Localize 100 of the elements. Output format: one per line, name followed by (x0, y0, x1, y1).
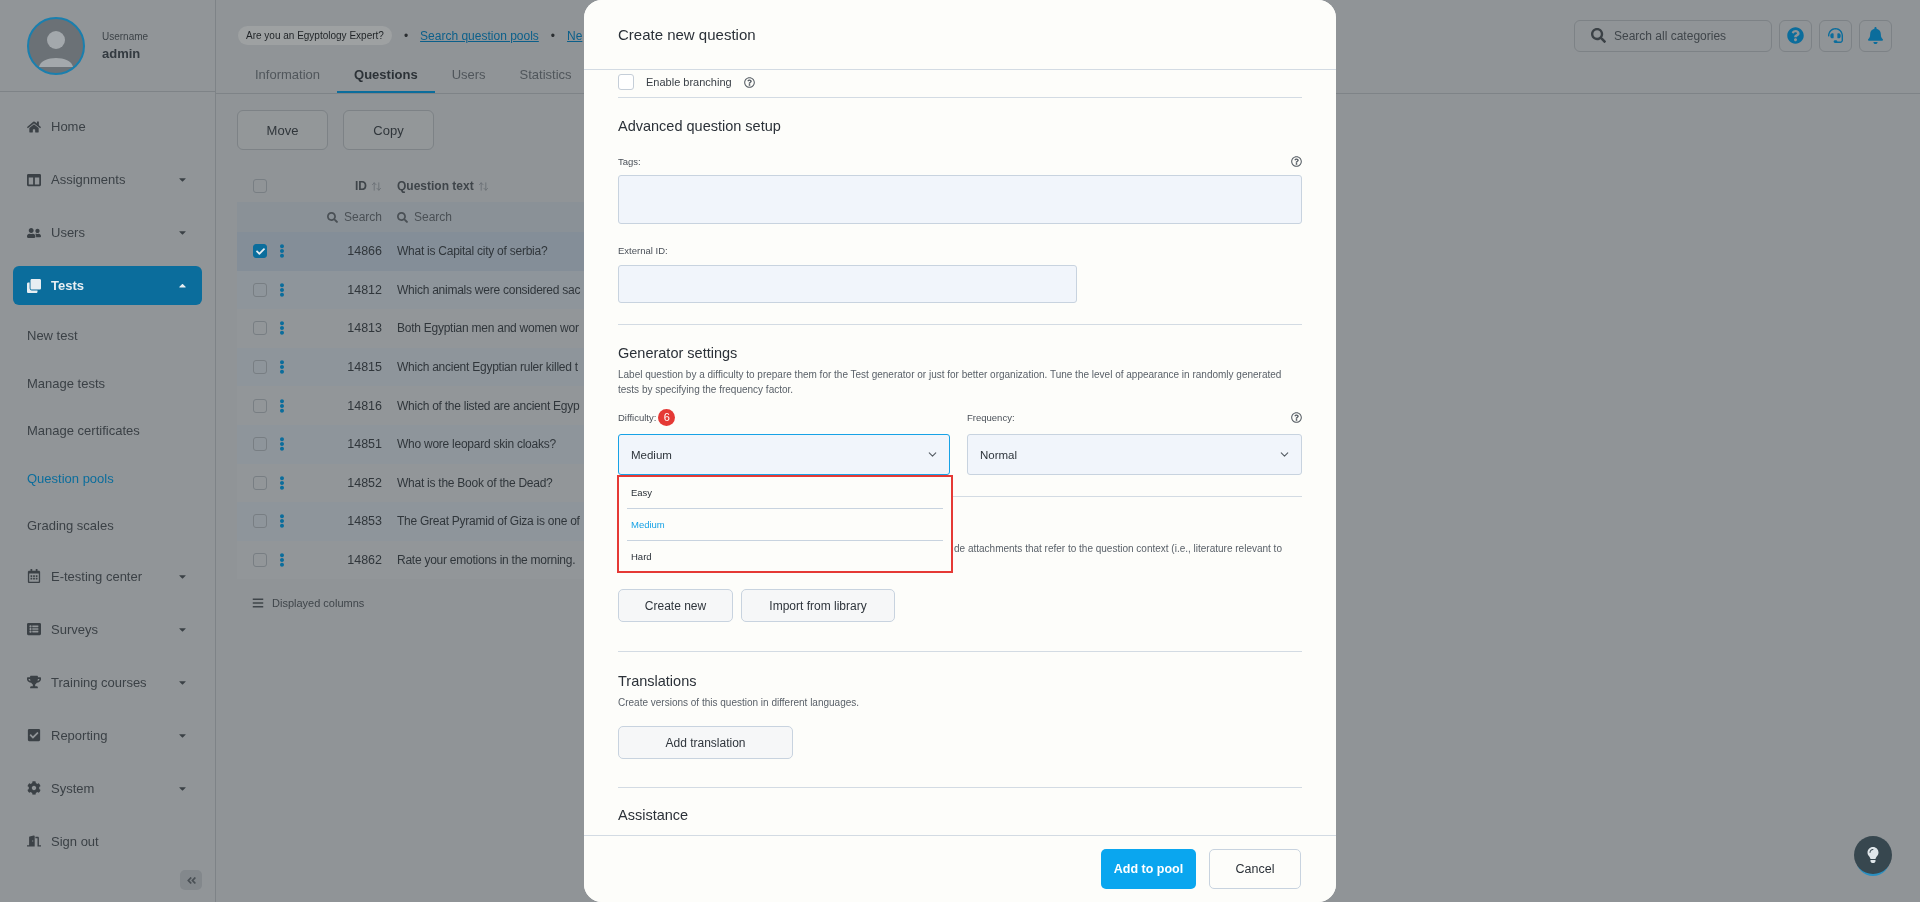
column-search-field[interactable]: Search (300, 210, 382, 224)
headset-icon (1828, 28, 1843, 43)
bullet: • (403, 28, 409, 43)
nav-item[interactable]: Users (13, 213, 202, 252)
double-chevron-left-icon (185, 874, 197, 886)
frequency-select[interactable]: Normal (967, 434, 1302, 475)
displayed-columns-link[interactable]: Displayed columns (272, 597, 365, 610)
search-icon (1591, 28, 1606, 43)
field-label: Difficulty: (618, 411, 657, 423)
sort-icon[interactable] (371, 180, 382, 192)
column-header[interactable]: ID (355, 179, 367, 193)
table-cell: What is the Book of the Dead? (397, 475, 553, 490)
settings-icon (27, 781, 41, 795)
checkbox-icon (27, 728, 41, 742)
nav-item[interactable]: Home (13, 107, 202, 146)
row-checkbox[interactable] (253, 437, 267, 452)
nav-item[interactable]: Sign out (13, 821, 202, 861)
select-all-checkbox[interactable] (253, 179, 267, 193)
nav-subitem[interactable]: Manage certificates (13, 407, 202, 455)
section-description: de attachments that refer to the question context (i.e., literature relevant to (954, 542, 1282, 556)
column-header[interactable]: Question text (397, 179, 474, 193)
dropdown-option[interactable]: Hard (627, 541, 943, 571)
help-button[interactable] (1779, 19, 1812, 52)
breadcrumb-link[interactable]: Search question pools (420, 28, 539, 43)
table-cell: 14862 (347, 553, 382, 568)
username: admin (102, 45, 142, 61)
home-icon (27, 119, 41, 134)
nav-subitem[interactable]: Manage tests (13, 359, 202, 407)
collapse-sidebar-button[interactable] (180, 870, 202, 890)
table-cell: Which animals were considered sac (397, 282, 581, 297)
nav-subitem[interactable]: New test (13, 312, 202, 360)
add-to-pool-button[interactable]: Add to pool (1101, 849, 1196, 889)
nav-item[interactable]: System (13, 768, 202, 808)
nav-item[interactable]: Reporting (13, 715, 202, 755)
trophy-icon (27, 675, 41, 689)
nav-item[interactable]: Surveys (13, 609, 202, 649)
dropdown-option[interactable]: Easy (627, 477, 943, 509)
sort-icon[interactable] (477, 180, 489, 192)
search-field[interactable]: Search all categories (1574, 19, 1772, 52)
nav-subitem[interactable]: Grading scales (13, 502, 202, 550)
tab[interactable]: Users (434, 57, 503, 93)
table-cell: 14815 (347, 360, 382, 375)
nav-item[interactable]: E-testing center (13, 556, 202, 596)
help-icon[interactable] (1291, 155, 1302, 167)
row-checkbox[interactable] (253, 360, 267, 375)
dialog-title: Create new question (618, 26, 756, 43)
nav-subitem[interactable]: Question pools (13, 454, 202, 502)
table-cell: 14813 (347, 321, 382, 336)
table-cell: 14812 (347, 282, 382, 297)
nav-item[interactable]: Tests (13, 266, 202, 305)
help-icon[interactable] (743, 76, 755, 88)
dropdown-option[interactable]: Medium (627, 509, 943, 541)
users-icon (27, 225, 41, 240)
avatar (27, 16, 85, 75)
table-cell: 14852 (347, 475, 382, 490)
column-search-field[interactable]: Search (382, 210, 916, 224)
table-cell: 14866 (347, 244, 382, 259)
row-checkbox[interactable] (253, 398, 267, 413)
row-checkbox[interactable] (253, 475, 267, 490)
add-translation-button[interactable]: Add translation (618, 726, 793, 759)
table-cell: 14851 (347, 437, 382, 452)
door-icon (27, 834, 41, 848)
row-checkbox[interactable] (253, 514, 267, 529)
table-cell: Which of the listed are ancient Egyp (397, 398, 580, 413)
breadcrumb-link[interactable]: Ne (567, 28, 583, 43)
search-icon (326, 211, 338, 223)
action-button[interactable]: Copy (343, 110, 434, 150)
branching-checkbox[interactable] (618, 74, 634, 90)
nav-item[interactable]: Assignments (13, 160, 202, 199)
attachment-button[interactable]: Create new (618, 589, 733, 622)
calendar-icon (27, 569, 41, 583)
action-button[interactable]: Move (237, 110, 328, 150)
tab[interactable]: Questions (337, 57, 435, 93)
help-icon[interactable] (1291, 411, 1302, 423)
notifications-button[interactable] (1859, 19, 1892, 52)
section-heading: Advanced question setup (618, 117, 782, 136)
table-cell: 14816 (347, 398, 382, 413)
row-checkbox[interactable] (253, 244, 267, 259)
row-checkbox[interactable] (253, 553, 267, 568)
cancel-button[interactable]: Cancel (1209, 849, 1301, 889)
field-label: Frequency: (967, 411, 1015, 423)
panels-icon (27, 172, 41, 187)
headset-button[interactable] (1819, 19, 1852, 52)
search-icon (397, 211, 408, 223)
bullet: • (550, 28, 556, 43)
tab[interactable]: Statistics (502, 57, 589, 93)
section-heading: Translations (618, 672, 698, 691)
row-checkbox[interactable] (253, 282, 267, 297)
nav-item[interactable]: Training courses (13, 662, 202, 702)
table-cell: Which ancient Egyptian ruler killed t (397, 360, 578, 375)
field-label: Tags: (618, 155, 641, 167)
row-checkbox[interactable] (253, 321, 267, 336)
attachment-button[interactable]: Import from library (741, 589, 895, 622)
quiz-tag: Are you an Egyptology Expert? (238, 26, 392, 45)
tags-field[interactable] (618, 175, 1302, 224)
external-id-field[interactable] (618, 265, 1077, 303)
lightbulb-button[interactable] (1854, 836, 1892, 874)
tab[interactable]: Information (238, 57, 338, 93)
list-icon (27, 622, 41, 636)
difficulty-select[interactable]: Medium (618, 434, 950, 475)
